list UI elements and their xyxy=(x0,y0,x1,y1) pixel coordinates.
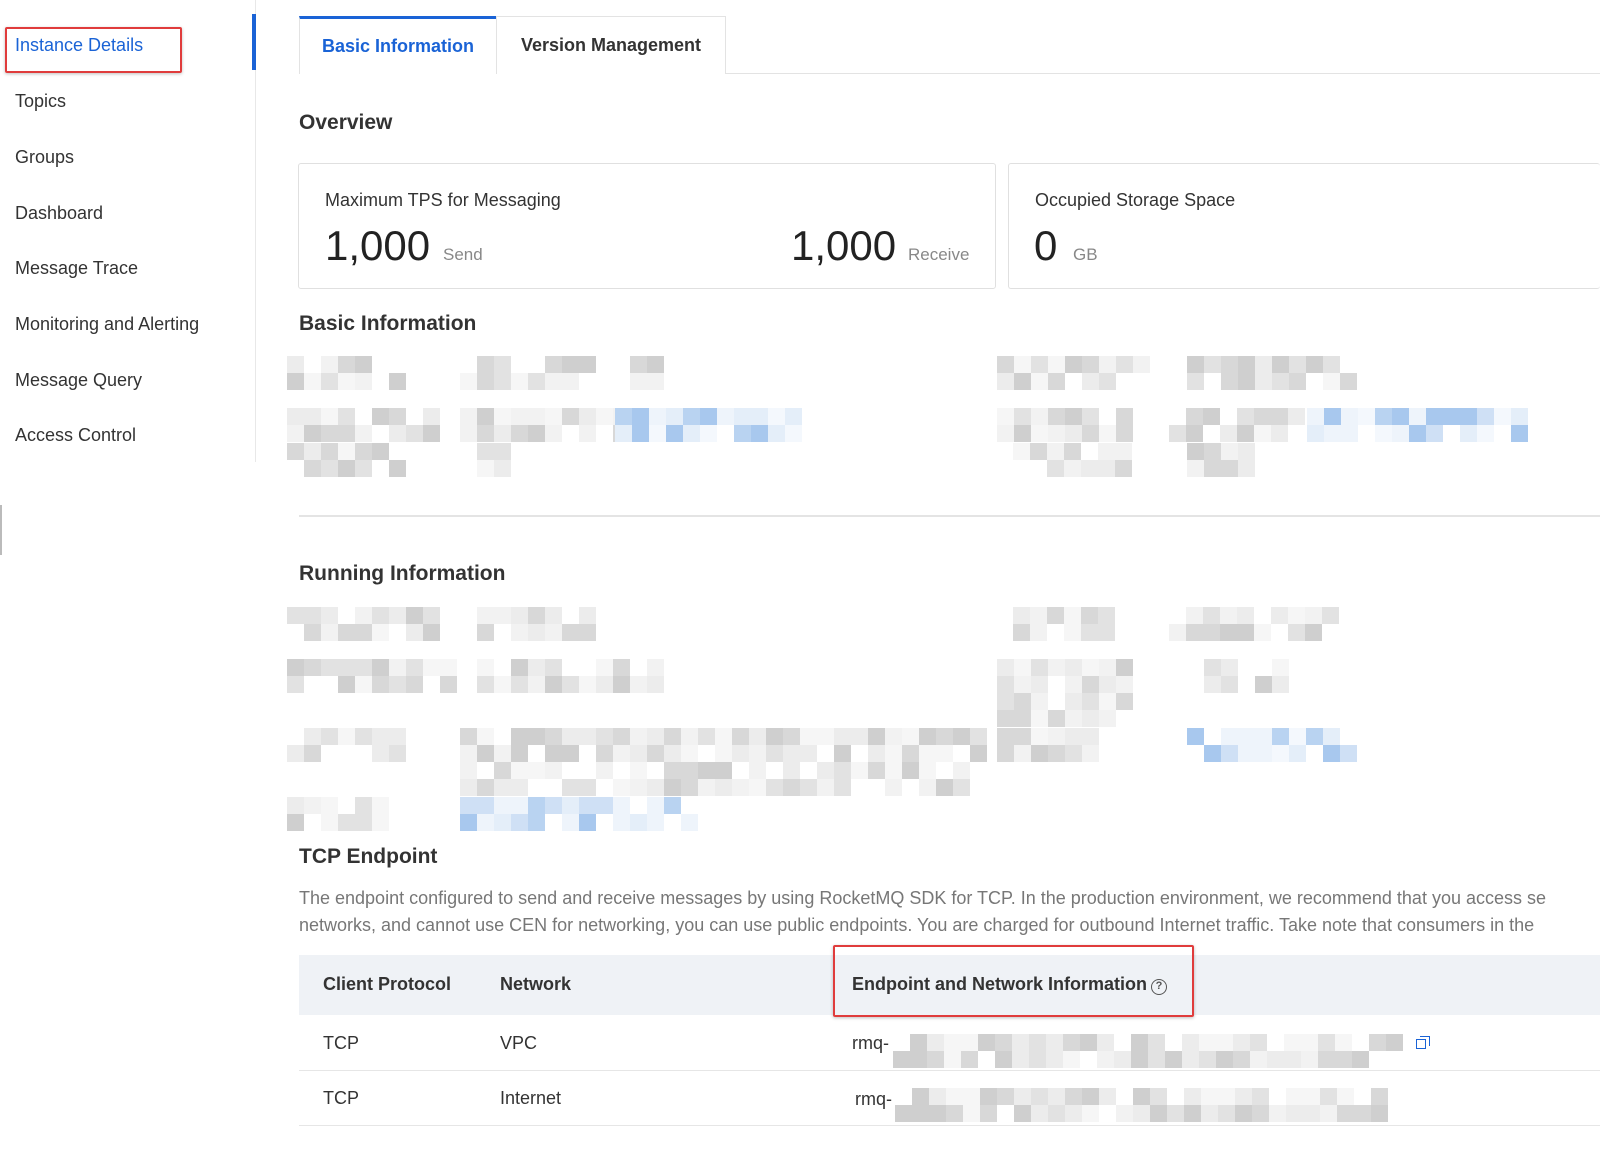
running-information-title: Running Information xyxy=(299,562,506,585)
row1-protocol: TCP xyxy=(323,1033,359,1053)
row1-endpoint: rmq- xyxy=(852,1033,889,1053)
row1-network: VPC xyxy=(500,1033,538,1053)
send-unit: Send xyxy=(443,245,483,264)
sidebar-item-topics[interactable]: Topics xyxy=(15,91,66,112)
column-network: Network xyxy=(500,974,572,994)
row2-protocol: TCP xyxy=(323,1088,359,1108)
send-tps-value: 1,000 xyxy=(325,222,431,269)
storage-unit: GB xyxy=(1073,245,1098,264)
basic-information-title: Basic Information xyxy=(299,312,477,335)
sidebar-item-groups[interactable]: Groups xyxy=(15,147,74,168)
tab-version-management[interactable]: Version Management xyxy=(496,16,726,74)
storage-card: Occupied Storage Space 0 GB xyxy=(1008,163,1600,289)
sidebar-item-access-control[interactable]: Access Control xyxy=(15,425,136,446)
tab-bar: Basic Information Version Management xyxy=(299,16,1600,74)
receive-tps-value: 1,000 xyxy=(791,222,897,269)
endpoint-table-header: Client Protocol Network Endpoint and Net… xyxy=(299,955,1600,1015)
tcp-endpoint-title: TCP Endpoint xyxy=(299,845,438,868)
sidebar-item-monitoring-alerting[interactable]: Monitoring and Alerting xyxy=(15,314,199,335)
column-endpoint-info: Endpoint and Network Information? xyxy=(852,974,1167,995)
overview-title: Overview xyxy=(299,111,393,134)
row-divider xyxy=(299,1070,1600,1071)
tcp-endpoint-description-line2: networks, and cannot use CEN for network… xyxy=(299,915,1535,935)
sidebar-active-indicator xyxy=(252,14,256,70)
sidebar-item-instance-details[interactable]: Instance Details xyxy=(15,35,143,56)
copy-icon[interactable] xyxy=(1416,1036,1430,1050)
tab-basic-information[interactable]: Basic Information xyxy=(299,16,497,74)
sidebar-item-message-query[interactable]: Message Query xyxy=(15,370,142,391)
tcp-endpoint-description-line1: The endpoint configured to send and rece… xyxy=(299,888,1547,908)
row-divider xyxy=(299,1125,1600,1126)
row2-endpoint: rmq- xyxy=(855,1089,892,1109)
sidebar-nav xyxy=(0,0,256,462)
storage-value: 0 xyxy=(1034,222,1058,269)
column-client-protocol: Client Protocol xyxy=(323,974,452,994)
receive-unit: Receive xyxy=(908,245,970,264)
column-endpoint-info-label: Endpoint and Network Information xyxy=(852,974,1147,994)
sidebar-item-dashboard[interactable]: Dashboard xyxy=(15,203,103,224)
collapse-handle[interactable] xyxy=(0,505,2,555)
section-divider xyxy=(299,515,1600,517)
storage-label: Occupied Storage Space xyxy=(1035,190,1236,210)
tps-label: Maximum TPS for Messaging xyxy=(325,190,561,210)
sidebar-item-message-trace[interactable]: Message Trace xyxy=(15,258,138,279)
question-circle-icon[interactable]: ? xyxy=(1151,979,1167,995)
tps-card: Maximum TPS for Messaging 1,000 Send 1,0… xyxy=(298,163,996,289)
row2-network: Internet xyxy=(500,1088,562,1108)
